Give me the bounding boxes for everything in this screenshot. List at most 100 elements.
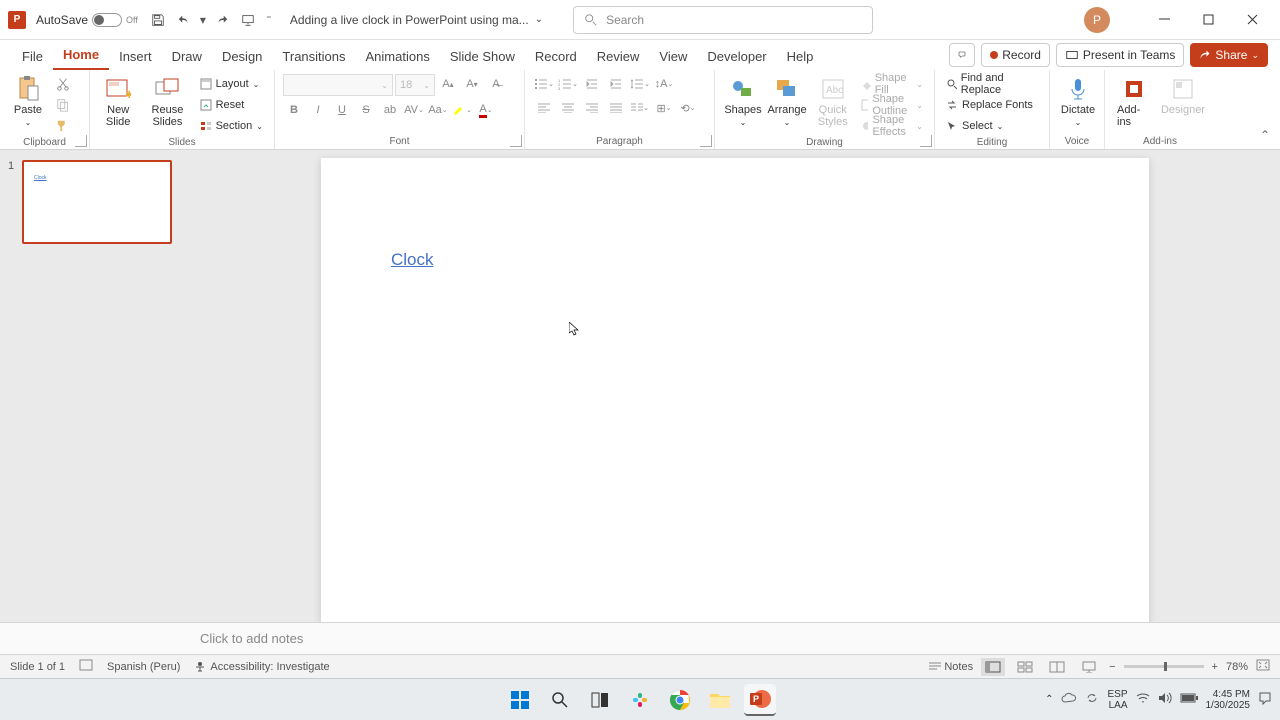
- tab-draw[interactable]: Draw: [162, 45, 212, 70]
- reading-view-button[interactable]: [1045, 658, 1069, 676]
- layout-button[interactable]: Layout⌄: [197, 74, 266, 94]
- smartart-button[interactable]: ⟲⌄: [677, 98, 699, 118]
- collapse-ribbon-button[interactable]: ⌃: [1260, 128, 1270, 142]
- line-spacing-button[interactable]: ⌄: [629, 74, 651, 94]
- onedrive-icon[interactable]: [1061, 692, 1077, 707]
- clear-formatting-button[interactable]: A̶: [485, 74, 507, 94]
- tab-home[interactable]: Home: [53, 43, 109, 70]
- record-button[interactable]: Record: [981, 43, 1050, 67]
- tab-design[interactable]: Design: [212, 45, 272, 70]
- slide[interactable]: Clock: [321, 158, 1149, 622]
- fit-to-window-button[interactable]: [1256, 659, 1270, 674]
- shapes-button[interactable]: Shapes⌄: [723, 74, 763, 129]
- tab-transitions[interactable]: Transitions: [272, 45, 355, 70]
- italic-button[interactable]: I: [307, 100, 329, 120]
- accessibility-button[interactable]: Accessibility: Investigate: [194, 661, 329, 673]
- tab-record[interactable]: Record: [525, 45, 587, 70]
- notes-pane[interactable]: Click to add notes: [0, 622, 1280, 654]
- keyboard-language[interactable]: ESPLAA: [1107, 689, 1127, 711]
- align-left-button[interactable]: [533, 98, 555, 118]
- slide-counter[interactable]: Slide 1 of 1: [10, 661, 65, 673]
- shadow-button[interactable]: ab: [379, 100, 401, 120]
- zoom-in-button[interactable]: +: [1212, 661, 1218, 673]
- tab-review[interactable]: Review: [587, 45, 650, 70]
- zoom-out-button[interactable]: −: [1109, 661, 1115, 673]
- dictate-button[interactable]: Dictate⌄: [1058, 74, 1098, 129]
- notes-toggle[interactable]: Notes: [929, 661, 973, 673]
- spell-check-icon[interactable]: [79, 659, 93, 674]
- paste-button[interactable]: Paste ⌄: [8, 74, 48, 129]
- tab-developer[interactable]: Developer: [697, 45, 776, 70]
- cut-button[interactable]: [52, 74, 74, 94]
- share-button[interactable]: Share⌄: [1190, 43, 1268, 67]
- start-button[interactable]: [504, 684, 536, 716]
- section-button[interactable]: Section⌄: [197, 116, 266, 136]
- decrease-indent-button[interactable]: [581, 74, 603, 94]
- text-direction-button[interactable]: ↕A⌄: [653, 74, 675, 94]
- clock[interactable]: 4:45 PM1/30/2025: [1206, 689, 1251, 711]
- designer-button[interactable]: Designer: [1159, 74, 1207, 118]
- close-button[interactable]: [1232, 5, 1272, 35]
- undo-icon[interactable]: [172, 8, 196, 32]
- tab-view[interactable]: View: [649, 45, 697, 70]
- wifi-icon[interactable]: [1136, 692, 1150, 707]
- save-icon[interactable]: [146, 8, 170, 32]
- font-size-combo[interactable]: 18⌄: [395, 74, 435, 96]
- maximize-button[interactable]: [1188, 5, 1228, 35]
- dialog-launcher-icon[interactable]: [700, 135, 712, 147]
- sync-icon[interactable]: [1085, 691, 1099, 708]
- document-title[interactable]: Adding a live clock in PowerPoint using …: [290, 13, 543, 27]
- copy-button[interactable]: [52, 95, 74, 115]
- zoom-slider[interactable]: [1124, 665, 1204, 668]
- align-right-button[interactable]: [581, 98, 603, 118]
- slide-sorter-view-button[interactable]: [1013, 658, 1037, 676]
- tray-chevron-icon[interactable]: ⌃: [1045, 694, 1053, 705]
- present-in-teams-button[interactable]: Present in Teams: [1056, 43, 1185, 67]
- search-input[interactable]: Search: [573, 6, 873, 34]
- redo-icon[interactable]: [210, 8, 234, 32]
- decrease-font-button[interactable]: A▾: [461, 74, 483, 94]
- battery-icon[interactable]: [1180, 693, 1198, 706]
- columns-button[interactable]: ⌄: [629, 98, 651, 118]
- dialog-launcher-icon[interactable]: [920, 135, 932, 147]
- format-painter-button[interactable]: [52, 116, 74, 136]
- character-spacing-button[interactable]: AV⌄: [403, 100, 425, 120]
- powerpoint-taskbar-icon[interactable]: P: [744, 684, 776, 716]
- tab-animations[interactable]: Animations: [356, 45, 440, 70]
- increase-indent-button[interactable]: [605, 74, 627, 94]
- font-family-combo[interactable]: ⌄: [283, 74, 393, 96]
- chrome-taskbar-icon[interactable]: [664, 684, 696, 716]
- shape-fill-button[interactable]: Shape Fill⌄: [858, 74, 926, 94]
- zoom-level[interactable]: 78%: [1226, 661, 1248, 673]
- reuse-slides-button[interactable]: Reuse Slides: [142, 74, 192, 130]
- chevron-down-icon[interactable]: ⌄: [535, 14, 543, 25]
- align-text-button[interactable]: ⊞⌄: [653, 98, 675, 118]
- select-button[interactable]: Select⌄: [943, 116, 1041, 136]
- comments-button[interactable]: [949, 43, 975, 67]
- minimize-button[interactable]: [1144, 5, 1184, 35]
- shape-outline-button[interactable]: Shape Outline⌄: [858, 95, 926, 115]
- quick-styles-button[interactable]: AbcQuick Styles: [811, 74, 854, 130]
- undo-dropdown-icon[interactable]: ▾: [198, 8, 208, 32]
- numbering-button[interactable]: 123⌄: [557, 74, 579, 94]
- slide-thumbnails-panel[interactable]: 1 Clock: [0, 150, 190, 622]
- font-color-button[interactable]: A⌄: [475, 100, 497, 120]
- normal-view-button[interactable]: [981, 658, 1005, 676]
- search-taskbar-button[interactable]: [544, 684, 576, 716]
- highlight-button[interactable]: ⌄: [451, 100, 473, 120]
- slide-hyperlink-text[interactable]: Clock: [391, 250, 434, 270]
- explorer-taskbar-icon[interactable]: [704, 684, 736, 716]
- tab-file[interactable]: File: [12, 45, 53, 70]
- language-indicator[interactable]: Spanish (Peru): [107, 661, 180, 673]
- justify-button[interactable]: [605, 98, 627, 118]
- align-center-button[interactable]: [557, 98, 579, 118]
- slack-taskbar-icon[interactable]: [624, 684, 656, 716]
- find-replace-button[interactable]: Find and Replace: [943, 74, 1041, 94]
- qat-customize-icon[interactable]: ⁼: [262, 8, 276, 32]
- volume-icon[interactable]: [1158, 692, 1172, 707]
- increase-font-button[interactable]: A▴: [437, 74, 459, 94]
- slideshow-view-button[interactable]: [1077, 658, 1101, 676]
- underline-button[interactable]: U: [331, 100, 353, 120]
- shape-effects-button[interactable]: Shape Effects⌄: [858, 116, 926, 136]
- replace-fonts-button[interactable]: Replace Fonts: [943, 95, 1041, 115]
